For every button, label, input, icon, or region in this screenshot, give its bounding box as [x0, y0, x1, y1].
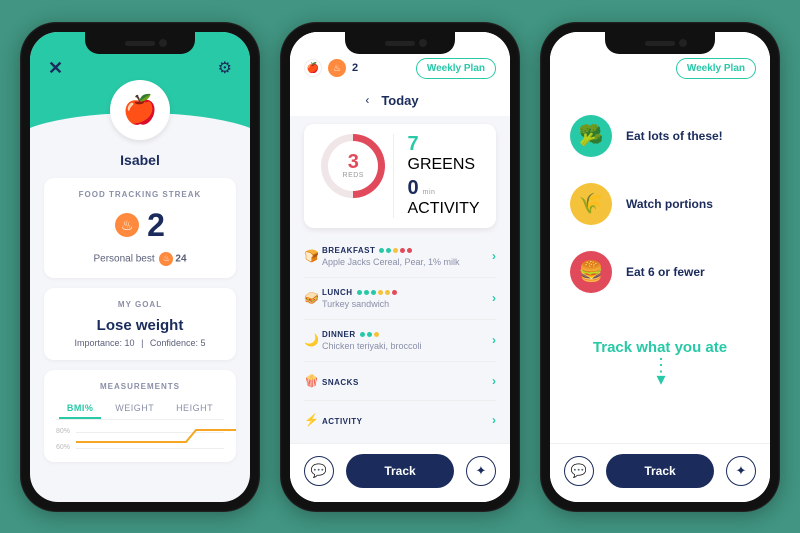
- phone-profile: ✕ ⚙ 🍎 Isabel FOOD TRACKING STREAK ♨ 2 Pe…: [20, 22, 260, 512]
- apple-icon[interactable]: 🍎: [304, 59, 322, 77]
- track-button[interactable]: Track: [346, 454, 454, 488]
- streak-value: 2: [147, 207, 165, 244]
- compass-icon: ✦: [476, 463, 487, 479]
- grains-icon: 🌾: [570, 183, 612, 225]
- streak-title: FOOD TRACKING STREAK: [56, 190, 224, 199]
- meal-lunch[interactable]: 🥪 LUNCH Turkey sandwich ›: [304, 278, 496, 320]
- meal-dinner[interactable]: 🌙 DINNER Chicken teriyaki, broccoli ›: [304, 320, 496, 362]
- fire-icon: ♨: [328, 59, 346, 77]
- fire-icon: ♨: [159, 252, 173, 266]
- junk-food-icon: 🍔: [570, 251, 612, 293]
- tab-bmi[interactable]: BMI%: [59, 399, 102, 419]
- lunch-icon: 🥪: [304, 291, 322, 305]
- track-cta: Track what you ate: [550, 339, 770, 356]
- reds-label: REDS: [343, 172, 364, 179]
- track-button[interactable]: Track: [606, 454, 714, 488]
- activity-label: ACTIVITY: [408, 200, 487, 218]
- tip-red: 🍔 Eat 6 or fewer: [570, 251, 750, 293]
- meal-snacks[interactable]: 🍿 SNACKS ›: [304, 362, 496, 401]
- chevron-right-icon: ›: [492, 249, 496, 263]
- streak-badge: 2: [352, 62, 358, 74]
- weekly-plan-button[interactable]: Weekly Plan: [416, 58, 496, 79]
- veggies-icon: 🥦: [570, 115, 612, 157]
- greens-label: GREENS: [408, 156, 487, 174]
- date-nav: ‹ Today ›: [290, 85, 510, 116]
- chevron-right-icon: ›: [492, 291, 496, 305]
- chat-icon: 💬: [571, 463, 587, 479]
- explore-button[interactable]: ✦: [726, 456, 756, 486]
- compass-icon: ✦: [736, 463, 747, 479]
- tab-height[interactable]: HEIGHT: [168, 399, 221, 419]
- personal-best: Personal best ♨24: [56, 252, 224, 266]
- breakfast-icon: 🍞: [304, 249, 322, 263]
- meal-activity[interactable]: ⚡ ACTIVITY ›: [304, 401, 496, 439]
- chevron-left-icon[interactable]: ‹: [365, 93, 369, 107]
- streak-card: FOOD TRACKING STREAK ♨ 2 Personal best ♨…: [44, 178, 236, 278]
- fire-icon: ♨: [115, 213, 139, 237]
- goal-metrics: Importance: 10 | Confidence: 5: [56, 338, 224, 348]
- summary-card: 3 REDS 7 GREENS 0 min ACTIVITY: [304, 124, 496, 228]
- dinner-icon: 🌙: [304, 333, 322, 347]
- arrow-down-icon: ⋮▾: [550, 362, 770, 390]
- goal-card[interactable]: MY GOAL Lose weight Importance: 10 | Con…: [44, 288, 236, 360]
- tip-green: 🥦 Eat lots of these!: [570, 115, 750, 157]
- tip-yellow: 🌾 Watch portions: [570, 183, 750, 225]
- measurements-card: MEASUREMENTS BMI% WEIGHT HEIGHT 80% 60%: [44, 370, 236, 462]
- chat-button[interactable]: 💬: [304, 456, 334, 486]
- tab-weight[interactable]: WEIGHT: [107, 399, 162, 419]
- activity-icon: ⚡: [304, 413, 322, 427]
- phone-tips: Weekly Plan 🥦 Eat lots of these! 🌾 Watch…: [540, 22, 780, 512]
- chat-icon: 💬: [311, 463, 327, 479]
- user-name: Isabel: [30, 152, 250, 168]
- chevron-right-icon: ›: [492, 333, 496, 347]
- explore-button[interactable]: ✦: [466, 456, 496, 486]
- gear-icon[interactable]: ⚙: [218, 58, 232, 79]
- chat-button[interactable]: 💬: [564, 456, 594, 486]
- bmi-chart: 80% 60%: [56, 428, 224, 458]
- bottom-bar: 💬 Track ✦: [550, 443, 770, 502]
- reds-ring: 3 REDS: [321, 134, 385, 198]
- avatar[interactable]: 🍎: [110, 80, 170, 140]
- bottom-bar: 💬 Track ✦: [290, 443, 510, 502]
- close-icon[interactable]: ✕: [48, 58, 63, 79]
- chevron-right-icon: ›: [492, 413, 496, 427]
- activity-value: 0: [408, 178, 419, 198]
- goal-section-title: MY GOAL: [56, 300, 224, 309]
- chevron-right-icon: ›: [492, 374, 496, 388]
- date-label[interactable]: Today: [381, 93, 418, 108]
- meal-breakfast[interactable]: 🍞 BREAKFAST Apple Jacks Cereal, Pear, 1%…: [304, 236, 496, 278]
- snacks-icon: 🍿: [304, 374, 322, 388]
- goal-text: Lose weight: [56, 317, 224, 334]
- measurements-title: MEASUREMENTS: [56, 382, 224, 391]
- apple-icon: 🍎: [123, 93, 158, 126]
- phone-today: 🍎 ♨ 2 Weekly Plan ‹ Today › 3 REDS: [280, 22, 520, 512]
- reds-value: 3: [348, 152, 359, 172]
- weekly-plan-button[interactable]: Weekly Plan: [676, 58, 756, 79]
- greens-value: 7: [408, 134, 419, 154]
